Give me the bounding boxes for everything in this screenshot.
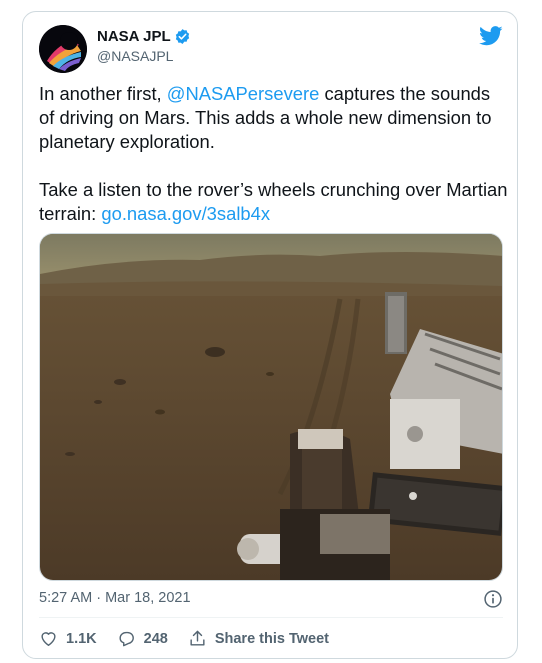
share-label: Share this Tweet <box>214 630 329 647</box>
tweet-meta: 5:27 AM · Mar 18, 2021 <box>39 589 503 609</box>
mars-rover-photo <box>40 234 502 580</box>
mention-link[interactable]: @NASAPersevere <box>167 83 320 104</box>
tweet-timestamp[interactable]: 5:27 AM · Mar 18, 2021 <box>39 590 191 606</box>
jpl-logo-icon <box>39 25 87 73</box>
like-button[interactable]: 1.1K <box>39 629 97 648</box>
share-icon <box>190 630 205 646</box>
like-count: 1.1K <box>66 630 97 647</box>
author-handle[interactable]: @NASAJPL <box>97 48 173 64</box>
tweet-text-intro: In another first, <box>39 83 167 104</box>
tweet-media[interactable] <box>39 233 503 581</box>
verified-badge-icon <box>175 29 189 44</box>
reply-count: 248 <box>143 630 168 647</box>
reply-button[interactable]: 248 <box>117 629 168 648</box>
url-link[interactable]: go.nasa.gov/3salb4x <box>101 203 270 224</box>
avatar[interactable] <box>39 25 87 73</box>
share-button[interactable]: Share this Tweet <box>188 629 329 648</box>
divider <box>39 617 503 618</box>
heart-icon <box>41 632 56 646</box>
reply-icon <box>119 631 134 647</box>
tweet-paragraph-1: In another first, @NASAPersevere capture… <box>39 82 509 154</box>
tweet-card[interactable]: NASA JPL @NASAJPL In another first, @NAS… <box>22 11 518 659</box>
info-icon[interactable] <box>483 589 503 609</box>
tweet-paragraph-2: Take a listen to the rover’s wheels crun… <box>39 178 509 226</box>
twitter-bird-icon[interactable] <box>479 26 503 46</box>
tweet-actions: 1.1K 248 Share this Tweet <box>39 629 349 648</box>
author-name[interactable]: NASA JPL <box>97 28 171 45</box>
tweet-text: In another first, @NASAPersevere capture… <box>39 82 509 226</box>
author-name-row: NASA JPL <box>97 28 191 45</box>
